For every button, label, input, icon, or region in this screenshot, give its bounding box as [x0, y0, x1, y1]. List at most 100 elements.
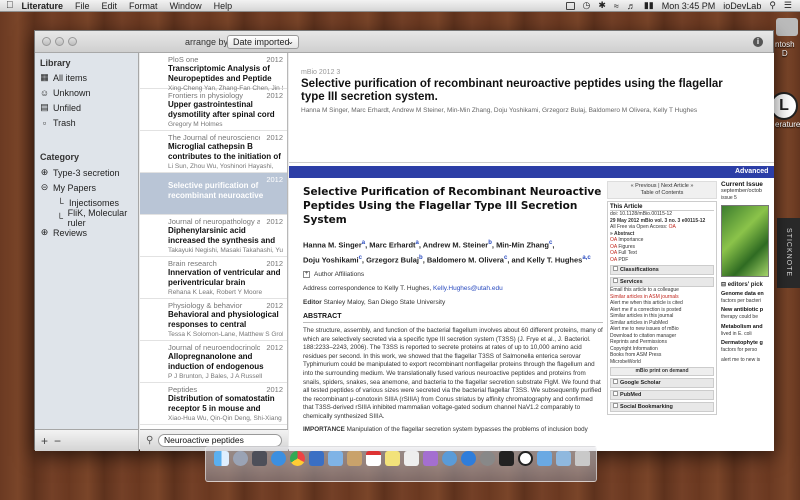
- sidebar-item-type3-secretion[interactable]: ⊕ Type-3 secretion: [35, 165, 138, 180]
- pick-title[interactable]: New antibiotic p: [721, 307, 774, 314]
- print-on-demand-link[interactable]: mBio print on demand: [610, 367, 714, 376]
- minimize-button[interactable]: [55, 37, 64, 46]
- safari-icon[interactable]: [271, 451, 286, 466]
- author-sup[interactable]: c: [359, 255, 362, 261]
- list-item[interactable]: Frontiers in physiology 2012 Upper gastr…: [140, 89, 287, 131]
- arrange-select[interactable]: Date imported ⌄: [227, 35, 299, 49]
- sticky-note-tab[interactable]: STICKNOTE: [777, 218, 800, 288]
- clock[interactable]: Mon 3:45 PM: [662, 1, 716, 11]
- correspondence-email-link[interactable]: Kelly.Hughes@utah.edu: [433, 285, 503, 292]
- pubmed-section[interactable]: PubMed: [610, 389, 714, 400]
- list-item[interactable]: Brain research 2012 Innervation of ventr…: [140, 257, 287, 299]
- notes-icon[interactable]: [385, 451, 400, 466]
- list-item[interactable]: Journal of neuropathology and 2012 Diphe…: [140, 215, 287, 257]
- list-item[interactable]: Physiology & behavior 2012 Behavioral an…: [140, 299, 287, 341]
- bluetooth-icon[interactable]: ✱: [598, 0, 606, 11]
- launchpad-icon[interactable]: [233, 451, 248, 466]
- classifications-section[interactable]: Classifications: [610, 265, 714, 275]
- sidebar-item-my-papers[interactable]: ⊝ My Papers: [35, 180, 138, 195]
- author-sup[interactable]: a,c: [582, 255, 590, 261]
- prev-next-links[interactable]: « Previous | Next Article »: [608, 183, 716, 190]
- search-icon[interactable]: ⚲: [146, 435, 153, 446]
- itunes-icon[interactable]: [442, 451, 457, 466]
- author-sup[interactable]: a: [416, 240, 419, 246]
- menu-app-name[interactable]: Literature: [22, 1, 64, 11]
- list-item[interactable]: Journal of neuroendocrinology 2012 Allop…: [140, 341, 287, 383]
- battery-icon[interactable]: ▮▮: [644, 0, 654, 11]
- apple-icon[interactable]: : [6, 0, 14, 11]
- contacts-icon[interactable]: [347, 451, 362, 466]
- sidebar-item-unknown[interactable]: ☺ Unknown: [35, 85, 138, 100]
- terminal-icon[interactable]: [499, 451, 514, 466]
- author-sup[interactable]: c: [504, 255, 507, 261]
- advanced-search-link[interactable]: Advanced »: [735, 166, 774, 187]
- menu-file[interactable]: File: [75, 1, 90, 11]
- info-icon[interactable]: i: [753, 37, 763, 47]
- sidebar-item-unfiled[interactable]: ▤ Unfiled: [35, 100, 138, 115]
- author-sup[interactable]: c: [549, 240, 552, 246]
- reminders-icon[interactable]: [404, 451, 419, 466]
- downloads-icon[interactable]: [556, 451, 571, 466]
- sidebar-item-trash[interactable]: ▫ Trash: [35, 115, 138, 130]
- google-scholar-section[interactable]: Google Scholar: [610, 377, 714, 388]
- sidebar-item-all-items[interactable]: ▦ All items: [35, 70, 138, 85]
- author-name[interactable]: Kelly T. Hughes: [527, 255, 582, 264]
- author-name[interactable]: Baldomero M. Olivera: [427, 255, 504, 264]
- user-name[interactable]: ioDevLab: [723, 1, 761, 11]
- menu-format[interactable]: Format: [129, 1, 158, 11]
- author-sup[interactable]: a: [362, 240, 365, 246]
- close-button[interactable]: [42, 37, 51, 46]
- services-section[interactable]: Services: [610, 277, 714, 287]
- list-item[interactable]: PloS one 2012 Transcriptomic Analysis of…: [140, 53, 287, 92]
- sticky-menu-icon[interactable]: [565, 1, 575, 10]
- sidebar-item-flik-molecular-ruler[interactable]: └ FliK, Molecular ruler: [35, 208, 138, 228]
- wifi-icon[interactable]: ≈: [614, 1, 619, 11]
- author-name[interactable]: Doju Yoshikami: [303, 255, 359, 264]
- remove-icon[interactable]: −: [54, 434, 61, 448]
- alert-link[interactable]: alert me to new is: [721, 357, 774, 364]
- menu-window[interactable]: Window: [170, 1, 202, 11]
- pick-title[interactable]: Metabolism and: [721, 324, 774, 331]
- add-icon[interactable]: +: [41, 434, 48, 448]
- photos-icon[interactable]: [423, 451, 438, 466]
- mail-icon[interactable]: [328, 451, 343, 466]
- pdf-link[interactable]: OA PDF: [610, 257, 714, 264]
- appstore-icon[interactable]: [461, 451, 476, 466]
- pick-title[interactable]: Genome data en: [721, 291, 774, 298]
- timemachine-icon[interactable]: ◷: [583, 0, 591, 11]
- volume-icon[interactable]: ♬: [627, 1, 636, 11]
- hard-drive-icon[interactable]: [776, 18, 798, 36]
- chrome-icon[interactable]: [290, 451, 305, 466]
- zoom-button[interactable]: [68, 37, 77, 46]
- folder-dock-icon[interactable]: [537, 451, 552, 466]
- service-link[interactable]: MicrobeWorld: [610, 359, 714, 366]
- author-sup[interactable]: b: [419, 255, 423, 261]
- trash-dock-icon[interactable]: [575, 451, 590, 466]
- mission-control-icon[interactable]: [252, 451, 267, 466]
- list-item-selected[interactable]: 2012 Selective purification of recombina…: [140, 173, 287, 215]
- pick-title[interactable]: Dermatophyte g: [721, 340, 774, 347]
- author-name[interactable]: Min-Min Zhang: [496, 241, 549, 250]
- preferences-icon[interactable]: [480, 451, 495, 466]
- menu-edit[interactable]: Edit: [102, 1, 118, 11]
- spotlight-icon[interactable]: ⚲: [769, 0, 776, 11]
- toc-link[interactable]: Table of Contents: [608, 190, 716, 197]
- social-bookmarking-section[interactable]: Social Bookmarking: [610, 401, 714, 412]
- finder-icon[interactable]: [214, 451, 229, 466]
- calendar-icon[interactable]: [366, 451, 381, 466]
- journal-cover-image[interactable]: [721, 204, 769, 277]
- notification-icon[interactable]: ☰: [784, 0, 792, 11]
- author-name[interactable]: Hanna M. Singer: [303, 241, 362, 250]
- article-web-view[interactable]: Advanced » Selective Purification of Rec…: [289, 163, 774, 451]
- author-name[interactable]: Marc Erhardt: [369, 241, 415, 250]
- menu-help[interactable]: Help: [214, 1, 233, 11]
- author-name[interactable]: Grzegorz Bulaj: [366, 255, 419, 264]
- list-item[interactable]: Peptides 2012 Distribution of somatostat…: [140, 383, 287, 425]
- author-sup[interactable]: b: [488, 240, 492, 246]
- list-item[interactable]: The Journal of neuroscience 2012 Microgl…: [140, 131, 287, 173]
- author-name[interactable]: Andrew M. Steiner: [423, 241, 488, 250]
- author-affiliations-toggle[interactable]: + Author Affiliations: [303, 271, 603, 278]
- literature-app-icon[interactable]: L: [770, 92, 798, 120]
- xcode-icon[interactable]: [309, 451, 324, 466]
- literature-dock-icon[interactable]: [518, 451, 533, 466]
